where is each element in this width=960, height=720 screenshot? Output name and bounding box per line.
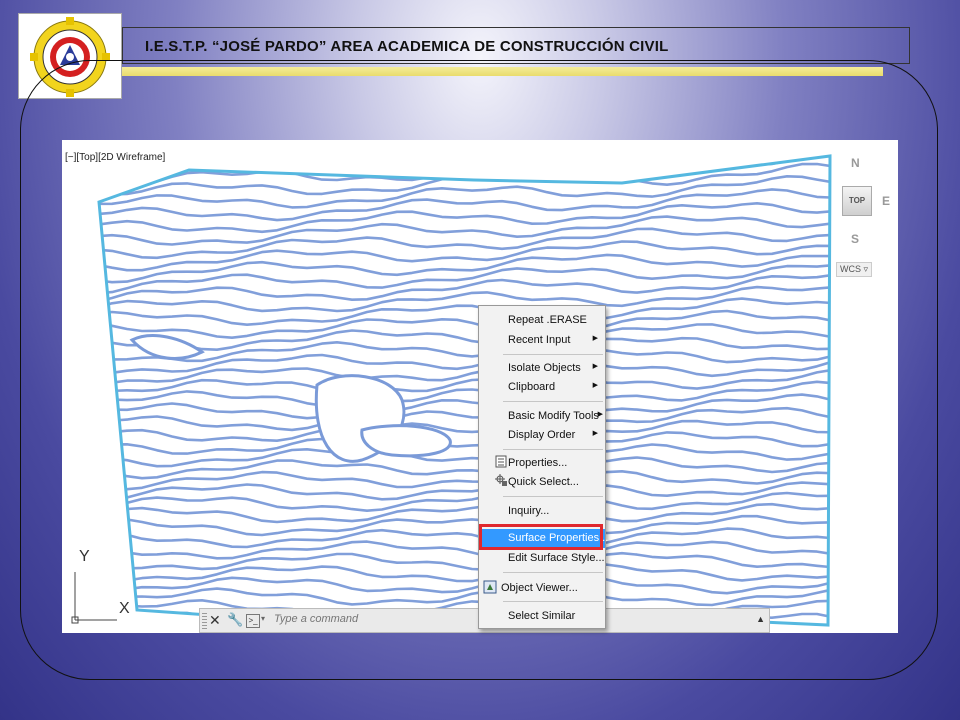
quick-select-icon (495, 474, 509, 489)
menu-item-basic-modify-tools[interactable]: Basic Modify Tools ▶ (479, 407, 605, 426)
submenu-arrow-icon: ▶ (592, 430, 598, 437)
menu-separator (503, 572, 603, 573)
submenu-arrow-icon: ▶ (592, 363, 598, 370)
menu-item-quick-select[interactable]: Quick Select... (479, 473, 605, 492)
submenu-arrow-icon: ▶ (592, 382, 598, 389)
ucs-x-label: X (119, 600, 130, 617)
slide-title: I.E.S.T.P. “JOSÉ PARDO” AREA ACADEMICA D… (145, 38, 669, 55)
menu-item-edit-surface-style[interactable]: Edit Surface Style... (479, 549, 605, 568)
menu-item-recent-input[interactable]: Recent Input ▶ (479, 331, 605, 350)
menu-item-object-viewer[interactable]: Object Viewer... (479, 579, 605, 598)
menu-item-inquiry[interactable]: Inquiry... (479, 502, 605, 521)
menu-item-select-similar[interactable]: Select Similar (479, 607, 605, 626)
close-icon[interactable]: ✕ (209, 612, 221, 629)
menu-item-display-order[interactable]: Display Order ▶ (479, 426, 605, 445)
properties-icon (495, 455, 509, 470)
menu-separator (503, 354, 603, 355)
object-viewer-icon (483, 580, 497, 595)
scroll-up-icon[interactable]: ▲ (756, 614, 765, 624)
chevron-down-icon[interactable]: ▾ (261, 614, 265, 623)
grip-handle-icon[interactable] (202, 613, 207, 629)
highlight-callout (479, 524, 603, 550)
menu-item-clipboard[interactable]: Clipboard ▶ (479, 378, 605, 397)
menu-item-properties[interactable]: Properties... (479, 454, 605, 473)
menu-separator (503, 601, 603, 602)
ucs-y-label: Y (79, 548, 90, 565)
command-prompt-icon[interactable]: >_ (246, 614, 260, 628)
submenu-arrow-icon: ▶ (597, 411, 603, 418)
submenu-arrow-icon: ▶ (592, 335, 598, 342)
menu-item-isolate-objects[interactable]: Isolate Objects ▶ (479, 359, 605, 378)
menu-separator (503, 401, 603, 402)
context-menu[interactable]: Repeat .ERASE Recent Input ▶ Isolate Obj… (478, 305, 608, 629)
wrench-icon[interactable]: 🔧 (227, 612, 243, 628)
menu-separator (503, 449, 603, 450)
menu-item-repeat-erase[interactable]: Repeat .ERASE (479, 311, 605, 330)
slide-title-box: I.E.S.T.P. “JOSÉ PARDO” AREA ACADEMICA D… (122, 27, 910, 64)
menu-separator (503, 496, 603, 497)
